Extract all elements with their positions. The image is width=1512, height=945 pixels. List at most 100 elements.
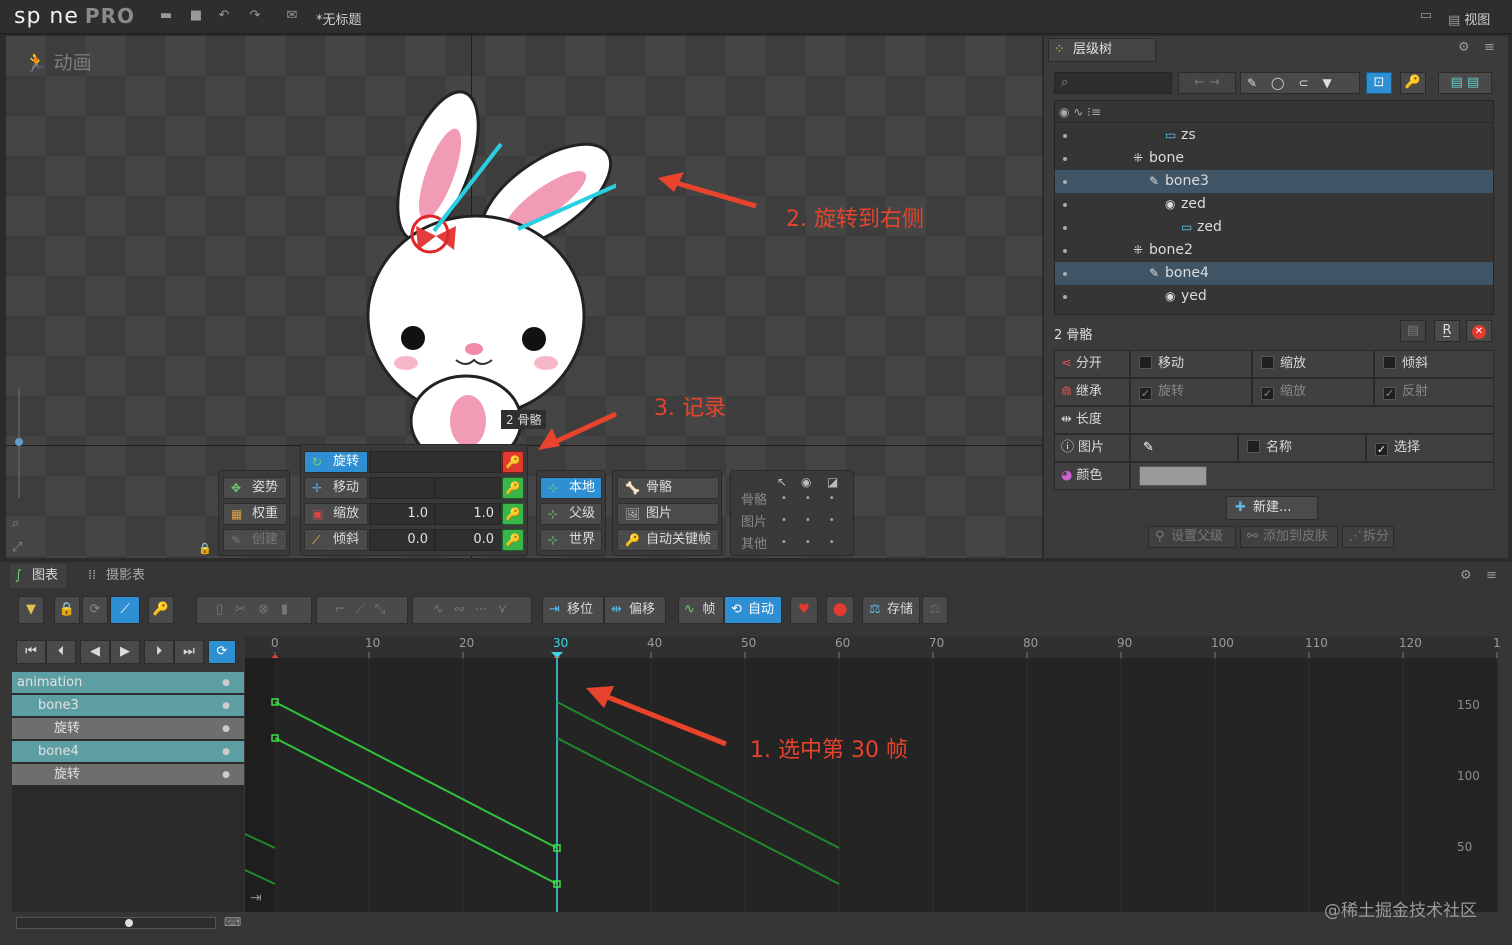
compensate-dots[interactable]: ••• bbox=[781, 515, 853, 526]
scale-y[interactable]: 1.0 bbox=[435, 503, 501, 525]
color-swatch[interactable] bbox=[1139, 466, 1207, 486]
pose-button[interactable]: ✥ 姿势 bbox=[223, 477, 287, 499]
play-button[interactable]: ▶ bbox=[110, 640, 140, 664]
tree-row[interactable]: ⁜ bone bbox=[1055, 147, 1493, 170]
row-dot[interactable]: ● bbox=[222, 718, 230, 740]
rotate-value[interactable] bbox=[369, 451, 501, 473]
split-shear-checkbox[interactable]: 倾斜 bbox=[1374, 350, 1494, 378]
compensate-dots[interactable]: ••• bbox=[781, 537, 853, 548]
hierarchy-tree[interactable]: ◉ ∿ ⁝≡ ▭ zs ⁜ bone ✎ bone3 ◉ zed ▭ zed ⁜ bone2 ✎ bone… bbox=[1054, 100, 1494, 315]
play-reverse-button[interactable]: ◀ bbox=[80, 640, 110, 664]
shear-x[interactable]: 0.0 bbox=[369, 529, 435, 551]
scale-button[interactable]: ▣ 缩放 bbox=[304, 503, 368, 525]
undo-icon[interactable]: ↶ bbox=[216, 9, 232, 23]
visibility-dot[interactable] bbox=[1063, 157, 1067, 161]
parent-axes-button[interactable]: ⊹ 父级 bbox=[540, 503, 602, 525]
visibility-dot[interactable] bbox=[1063, 203, 1067, 207]
graph-area[interactable]: 150 100 50 bbox=[245, 658, 1498, 912]
row-dot[interactable]: ● bbox=[222, 764, 230, 786]
inherit-rotation-checkbox[interactable]: ✓ 旋转 bbox=[1130, 378, 1252, 406]
scale-key-button[interactable]: 🔑 bbox=[502, 503, 524, 525]
prev-frame-button[interactable]: ⏴ bbox=[46, 640, 76, 664]
split-button[interactable]: ⋰ 拆分 bbox=[1342, 526, 1394, 548]
curve-select-button[interactable]: ⟋ bbox=[110, 596, 140, 624]
animation-tree[interactable]: animation ● bone3 ● 旋转 ● bone4 ● 旋转 ● bbox=[12, 672, 244, 912]
split-scale-checkbox[interactable]: 缩放 bbox=[1252, 350, 1374, 378]
translate-button[interactable]: ✛ 移动 bbox=[304, 477, 368, 499]
interpolation-buttons[interactable]: ∿∾⋯⋎ bbox=[412, 596, 532, 624]
tab-dopesheet[interactable]: ⁞⁞ 摄影表 bbox=[84, 564, 154, 588]
window-icon[interactable]: ▭ bbox=[1418, 9, 1434, 23]
tab-graph[interactable]: ∫ 图表 bbox=[10, 564, 66, 588]
record-button[interactable]: ⬤ bbox=[826, 596, 854, 624]
visibility-dot[interactable] bbox=[1063, 295, 1067, 299]
row-dot[interactable]: ● bbox=[222, 672, 230, 694]
create-button[interactable]: ✎ 创建 bbox=[223, 529, 287, 551]
set-parent-button[interactable]: ⚲ 设置父级 bbox=[1148, 526, 1236, 548]
animation-tree-row[interactable]: 旋转 ● bbox=[12, 718, 244, 740]
rotate-key-button[interactable]: 🔑 bbox=[502, 451, 524, 473]
store-button[interactable]: ⚖ 存储 bbox=[862, 596, 920, 624]
tree-row[interactable]: ⁜ bone2 bbox=[1055, 239, 1493, 262]
visibility-dot[interactable] bbox=[1063, 134, 1067, 138]
tree-focus-button[interactable]: ⊡ bbox=[1366, 72, 1392, 94]
view-menu[interactable]: ▤ 视图 bbox=[1448, 9, 1490, 28]
name-checkbox[interactable]: 名称 bbox=[1238, 434, 1366, 462]
loop-playback-button[interactable]: ⟳ bbox=[208, 640, 236, 664]
next-frame-button[interactable]: ⏵ bbox=[144, 640, 174, 664]
redo-icon[interactable]: ↷ bbox=[247, 9, 263, 23]
lock-button[interactable]: 🔒 bbox=[54, 596, 80, 624]
weights-button[interactable]: ▦ 权重 bbox=[223, 503, 287, 525]
split-translate-checkbox[interactable]: 移动 bbox=[1130, 350, 1252, 378]
key-curve-button[interactable]: 🔑 bbox=[148, 596, 174, 624]
tree-row[interactable]: ▭ zed bbox=[1055, 216, 1493, 239]
new-button[interactable]: ✚ 新建... bbox=[1226, 496, 1318, 520]
scale-store-button[interactable]: ⚖ bbox=[922, 596, 948, 624]
frames-button[interactable]: ∿ 帧 bbox=[678, 596, 724, 624]
keyboard-icon[interactable]: ⌨ bbox=[224, 915, 241, 929]
tree-row[interactable]: ◉ zed bbox=[1055, 193, 1493, 216]
favorite-button[interactable]: ♥ bbox=[790, 596, 818, 624]
animation-tree-row[interactable]: bone4 ● bbox=[12, 741, 244, 763]
timeline-scrollbar[interactable] bbox=[16, 917, 216, 929]
visibility-dot[interactable] bbox=[1063, 180, 1067, 184]
save-icon[interactable]: ■ bbox=[188, 9, 204, 23]
images-option-button[interactable]: 🖼 图片 bbox=[617, 503, 719, 525]
animation-tree-row[interactable]: animation ● bbox=[12, 672, 244, 694]
row-dot[interactable]: ● bbox=[222, 741, 230, 763]
exit-icon[interactable]: ⇥ bbox=[250, 890, 262, 906]
auto-key-button[interactable]: 🔑 自动关键帧 bbox=[617, 529, 719, 551]
shear-button[interactable]: ⟋ 倾斜 bbox=[304, 529, 368, 551]
curve-shape-buttons[interactable]: ⌐⟋⤡ bbox=[316, 596, 408, 624]
graph-settings-icon[interactable]: ⚙ bbox=[1460, 568, 1472, 583]
edit-buttons[interactable]: ▯✂⊗▮ bbox=[196, 596, 312, 624]
tree-search-input[interactable]: ⌕ bbox=[1054, 72, 1172, 94]
animation-tree-row[interactable]: bone3 ● bbox=[12, 695, 244, 717]
shear-key-button[interactable]: 🔑 bbox=[502, 529, 524, 551]
shear-y[interactable]: 0.0 bbox=[435, 529, 501, 551]
visibility-dot[interactable] bbox=[1063, 226, 1067, 230]
zoom-icon[interactable]: ⌕ bbox=[12, 516, 19, 531]
bias-button[interactable]: ⇹ 偏移 bbox=[604, 596, 666, 624]
visibility-dot[interactable] bbox=[1063, 249, 1067, 253]
select-checkbox[interactable]: ✓ 选择 bbox=[1366, 434, 1494, 462]
length-field[interactable] bbox=[1130, 406, 1494, 434]
inherit-scale-checkbox[interactable]: ✓ 缩放 bbox=[1252, 378, 1374, 406]
tree-row[interactable]: ✎ bone4 bbox=[1055, 262, 1493, 285]
translate-y[interactable] bbox=[435, 477, 501, 499]
translate-x[interactable] bbox=[369, 477, 435, 499]
export-icon[interactable]: ✉ bbox=[284, 9, 300, 23]
settings-icon[interactable]: ⚙ bbox=[1458, 40, 1470, 55]
first-frame-button[interactable]: ⏮ bbox=[16, 640, 46, 664]
tab-tree[interactable]: ⁘ 层级树 bbox=[1048, 38, 1156, 62]
tree-filter-buttons[interactable]: ✎◯⊂▼ bbox=[1240, 72, 1360, 94]
fit-icon[interactable]: ⤢ bbox=[12, 540, 22, 555]
graph-menu-icon[interactable]: ≡ bbox=[1486, 568, 1497, 583]
lock-icon[interactable]: 🔒 bbox=[198, 542, 212, 555]
rename-button[interactable]: R̲ bbox=[1434, 320, 1460, 342]
scale-x[interactable]: 1.0 bbox=[369, 503, 435, 525]
image-pen-cell[interactable]: ✎ bbox=[1130, 434, 1238, 462]
local-axes-button[interactable]: ⊹ 本地 bbox=[540, 477, 602, 499]
loop-button[interactable]: ⟳ bbox=[82, 596, 108, 624]
world-axes-button[interactable]: ⊹ 世界 bbox=[540, 529, 602, 551]
